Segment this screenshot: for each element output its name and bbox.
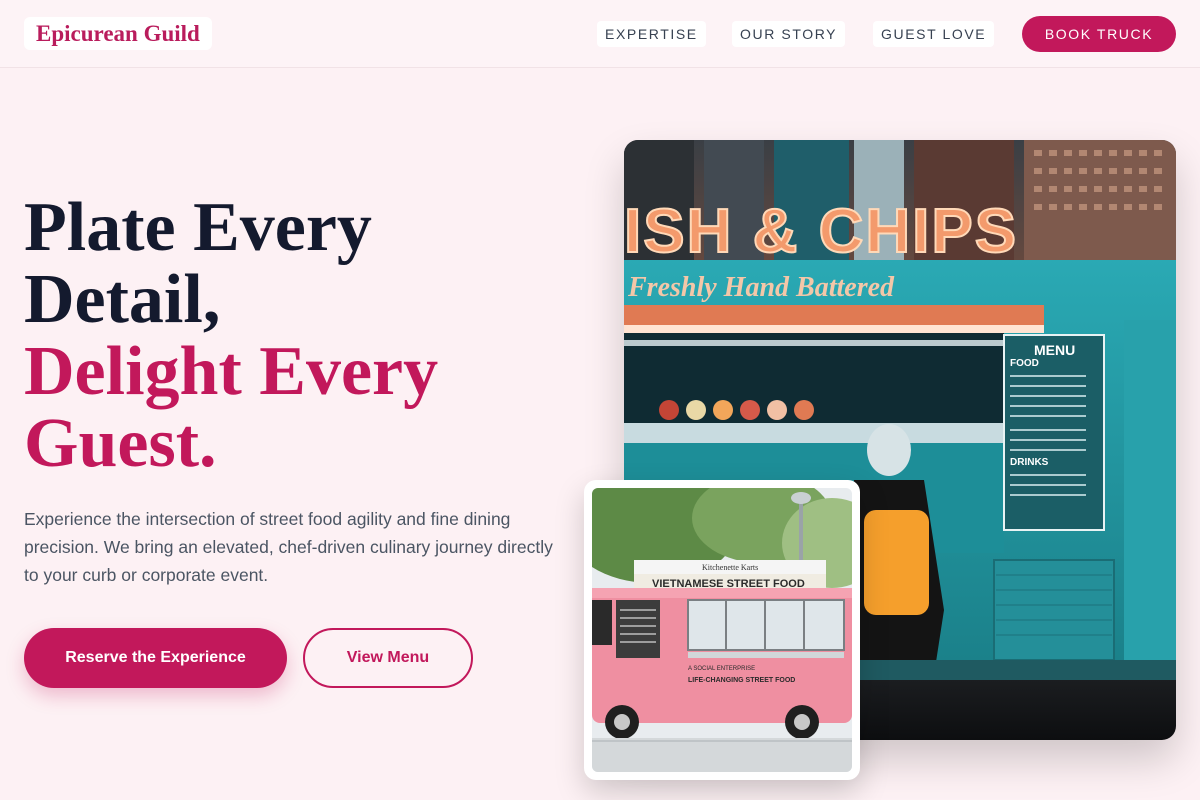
nav-link-expertise[interactable]: EXPERTISE xyxy=(597,21,706,47)
menu-board-drinks: DRINKS xyxy=(1010,457,1049,468)
nav-link-our-story[interactable]: OUR STORY xyxy=(732,21,846,47)
site-header: Epicurean Guild EXPERTISE OUR STORY GUES… xyxy=(0,0,1200,68)
headline-line-4: Guest. xyxy=(24,405,217,482)
menu-board-food: FOOD xyxy=(1010,358,1039,369)
vietnamese-truck-photo-card: Kitchenette Karts VIETNAMESE STREET FOOD xyxy=(584,480,860,780)
hero-headline: Plate Every Detail, Delight Every Guest. xyxy=(24,192,584,480)
view-menu-button[interactable]: View Menu xyxy=(303,628,473,688)
truck-script-tagline: Freshly Hand Battered xyxy=(627,272,895,303)
vietnamese-truck-photo: Kitchenette Karts VIETNAMESE STREET FOOD xyxy=(592,488,852,772)
hero-subtext: Experience the intersection of street fo… xyxy=(24,509,553,585)
headline-line-2: Detail, xyxy=(24,261,221,338)
truck-neon-sign: ISH & CHIPS xyxy=(624,197,1018,266)
headline-line-3: Delight Every xyxy=(24,333,439,410)
reserve-experience-button[interactable]: Reserve the Experience xyxy=(24,628,287,688)
overlay-top-sign: Kitchenette Karts xyxy=(702,563,758,572)
menu-board-title: MENU xyxy=(1034,342,1075,358)
book-truck-button[interactable]: BOOK TRUCK xyxy=(1022,16,1176,52)
brand-logo[interactable]: Epicurean Guild xyxy=(24,17,212,50)
overlay-tagline: LIFE-CHANGING STREET FOOD xyxy=(688,677,795,684)
headline-line-1: Plate Every xyxy=(24,189,372,266)
nav-link-guest-love[interactable]: GUEST LOVE xyxy=(873,21,995,47)
overlay-tagline-small: A SOCIAL ENTERPRISE xyxy=(688,666,755,672)
